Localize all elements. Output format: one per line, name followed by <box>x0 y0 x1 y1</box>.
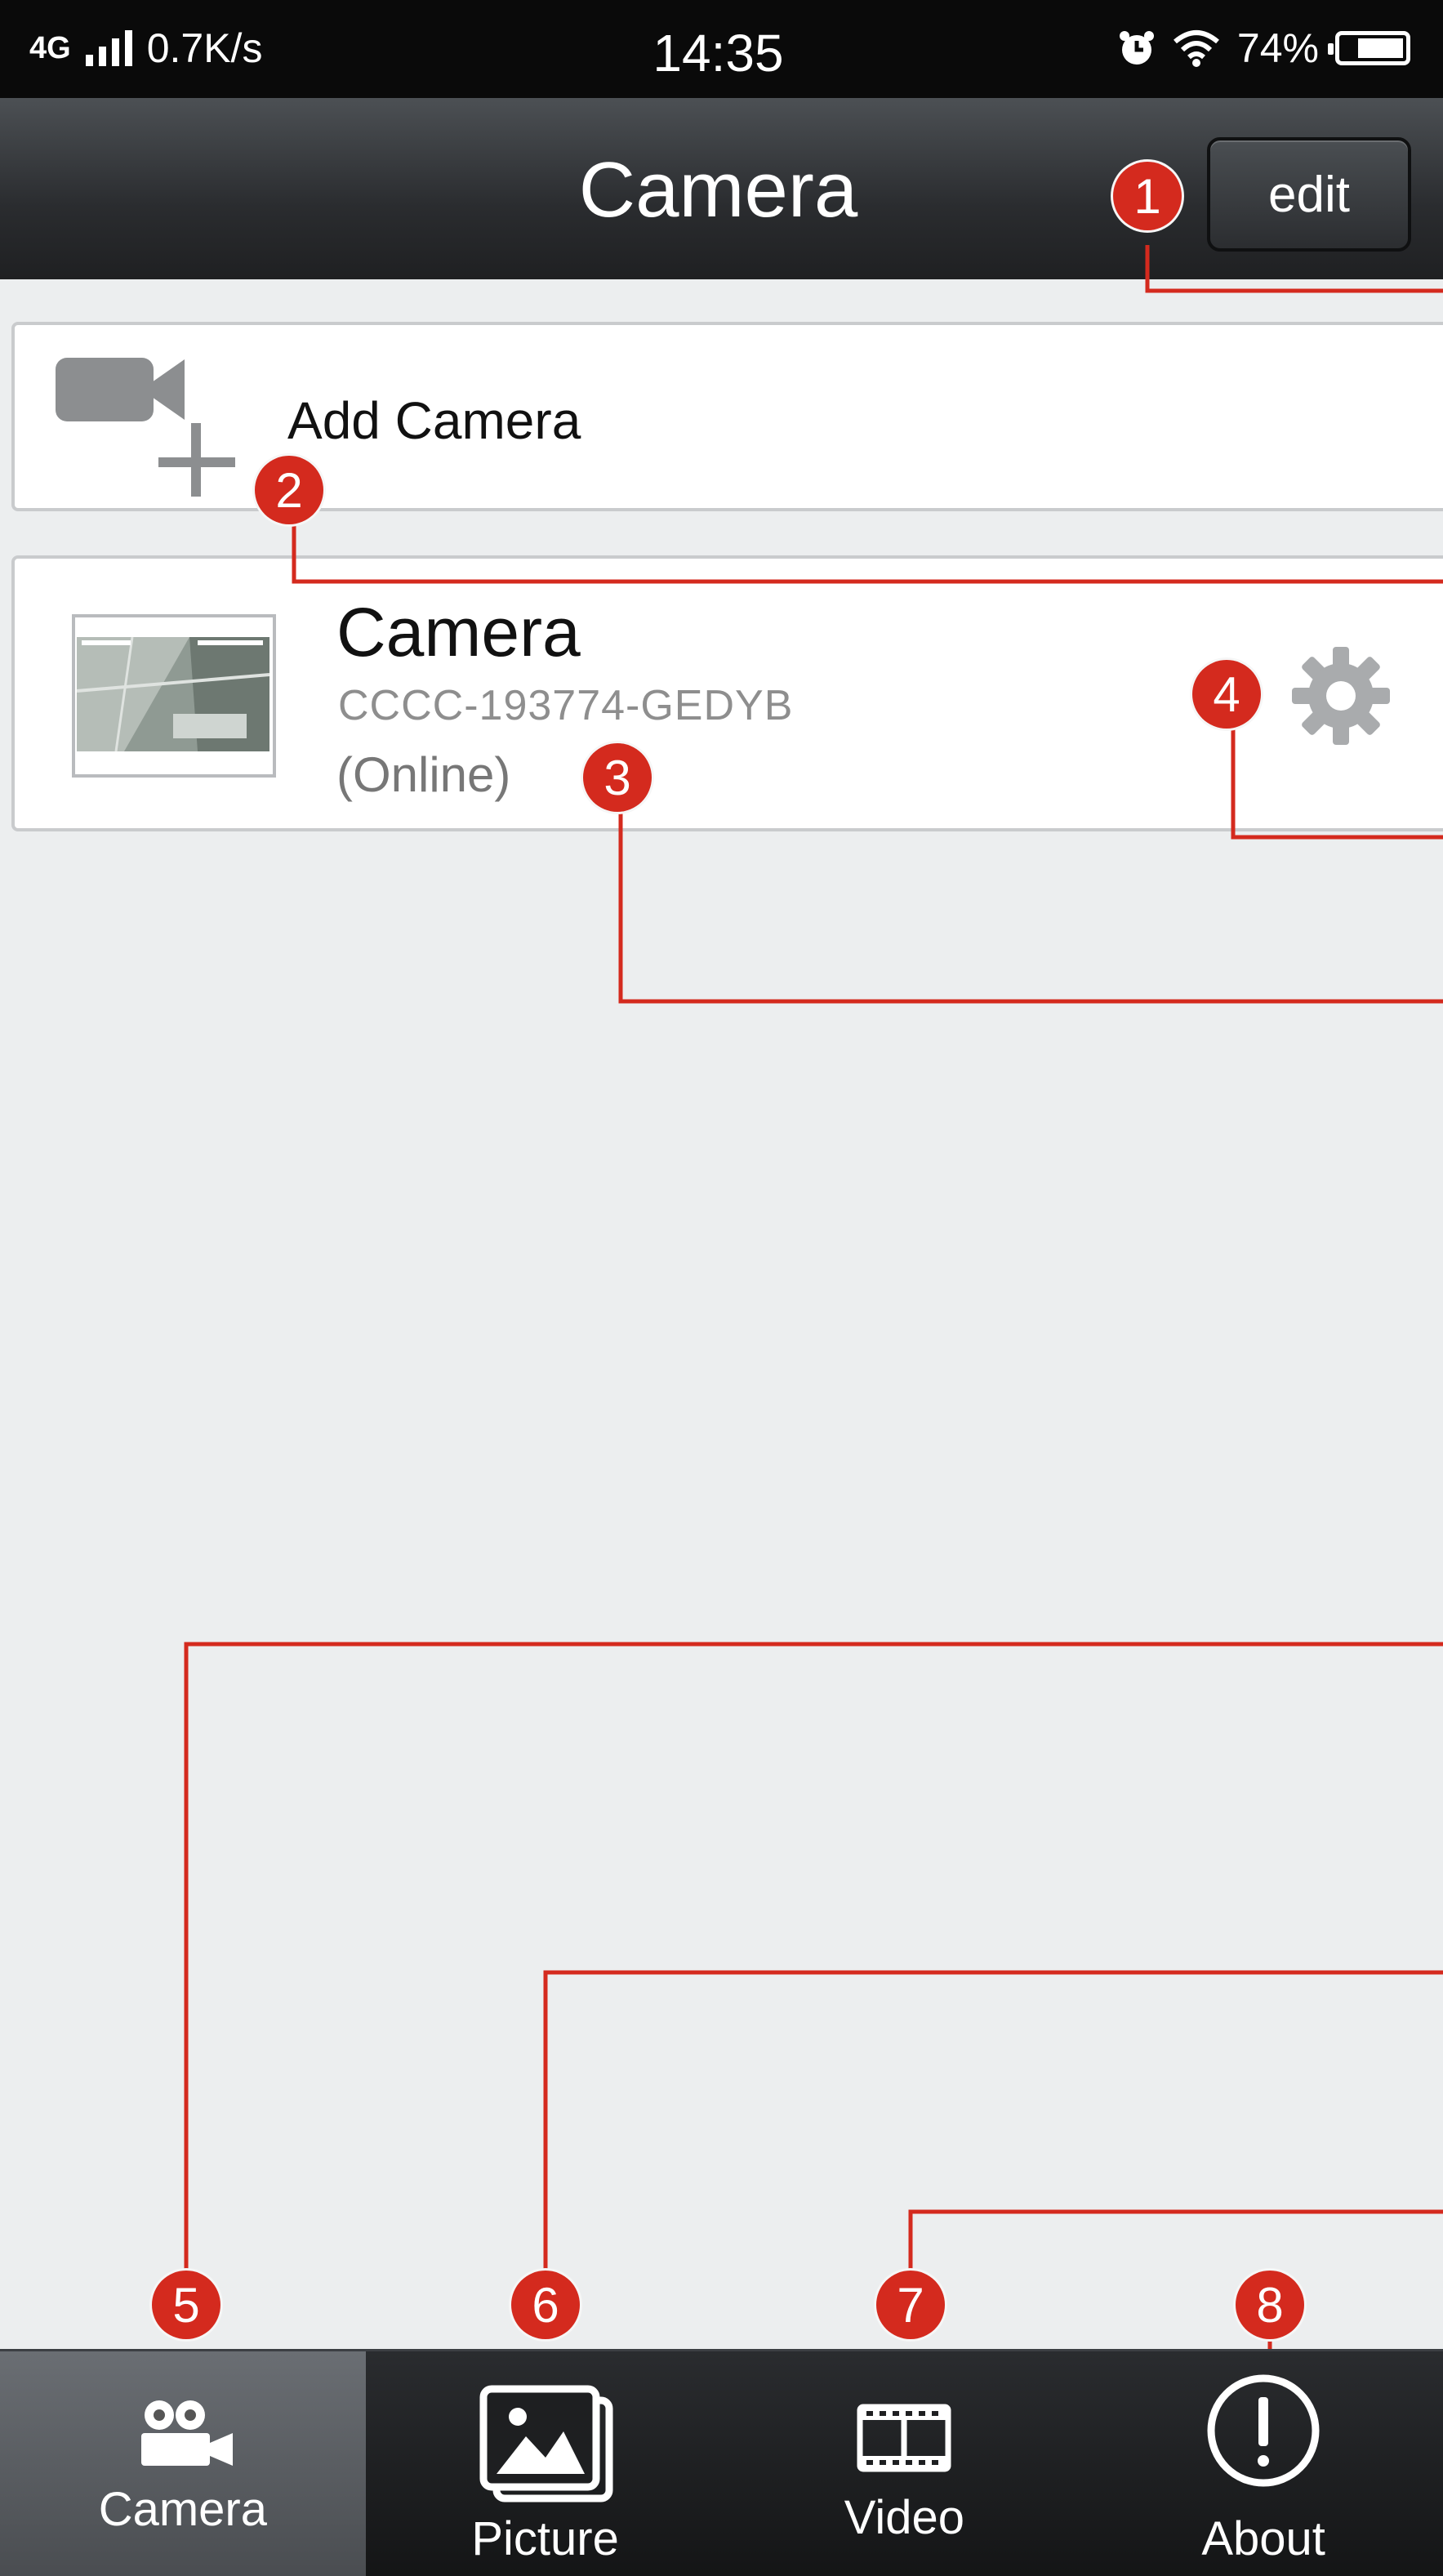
tab-picture[interactable]: Picture <box>366 2351 725 2576</box>
annotation-marker-1: 1 <box>1113 162 1182 230</box>
tab-about[interactable]: About <box>1084 2351 1443 2576</box>
tab-about-label: About <box>1201 2512 1325 2565</box>
picture-icon <box>479 2385 613 2502</box>
annotation-marker-6: 6 <box>511 2271 580 2339</box>
info-icon <box>1207 2374 1320 2487</box>
tab-bar: Camera Picture Video About <box>0 2349 1443 2576</box>
tab-camera[interactable]: Camera <box>0 2351 366 2576</box>
annotation-marker-2: 2 <box>255 456 323 524</box>
annotation-marker-3: 3 <box>583 743 652 812</box>
annotation-marker-7: 7 <box>876 2271 945 2339</box>
annotation-marker-5: 5 <box>152 2271 220 2339</box>
video-film-icon <box>857 2404 951 2472</box>
tab-video-label: Video <box>844 2491 965 2544</box>
tab-camera-label: Camera <box>98 2483 267 2536</box>
annotation-lines <box>184 245 1443 2564</box>
annotation-marker-8: 8 <box>1236 2271 1304 2339</box>
tab-video[interactable]: Video <box>724 2351 1084 2576</box>
annotation-marker-4: 4 <box>1192 660 1261 729</box>
tab-picture-label: Picture <box>471 2512 619 2565</box>
camera-tab-icon <box>140 2400 233 2466</box>
